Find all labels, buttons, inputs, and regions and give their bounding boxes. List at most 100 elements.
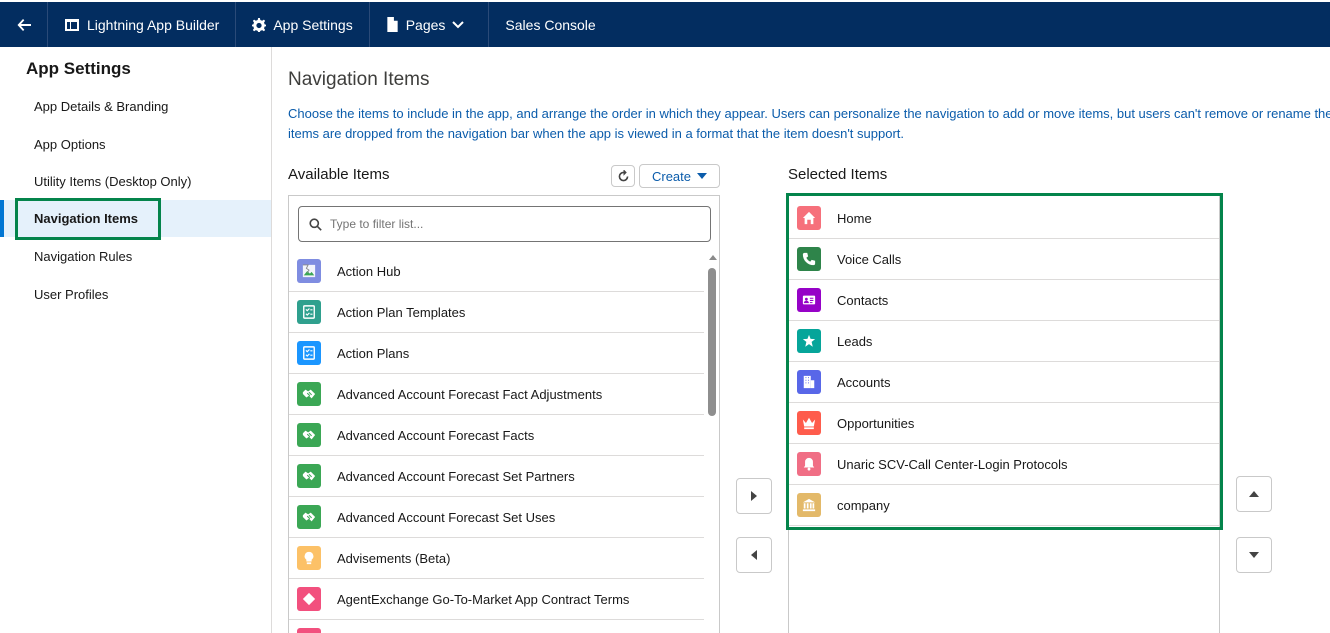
selected-items: Home Voice Calls Contacts Leads Accounts Oppo…: [789, 198, 1219, 526]
handshake-icon: [297, 464, 321, 488]
main-content: Navigation Items Choose the items to inc…: [272, 47, 1330, 633]
selected-item-row[interactable]: Contacts: [789, 280, 1219, 321]
available-item-row[interactable]: Advanced Account Forecast Fact Adjustmen…: [289, 374, 704, 415]
sidebar-item-app-details[interactable]: App Details & Branding: [0, 88, 271, 125]
app-builder-icon: [65, 18, 79, 31]
available-items-title: Available Items: [288, 166, 390, 183]
arrow-left-icon: [17, 18, 31, 31]
available-item-row[interactable]: Advanced Account Forecast Set Partners: [289, 456, 704, 497]
sidebar-item-label: User Profiles: [34, 287, 109, 302]
sidebar-item-navigation-rules[interactable]: Navigation Rules: [0, 238, 271, 275]
top-navigation-bar: Lightning App Builder App Settings Pages…: [0, 0, 1330, 47]
handshake-icon: [297, 382, 321, 406]
scrollbar-thumb[interactable]: [708, 268, 716, 416]
handshake-icon: [297, 423, 321, 447]
page-description: Choose the items to include in the app, …: [288, 104, 1330, 144]
sidebar-item-navigation-items[interactable]: Navigation Items: [0, 200, 271, 237]
back-button[interactable]: [0, 2, 48, 47]
broken-image-icon: [297, 259, 321, 283]
description-line: Choose the items to include in the app, …: [288, 106, 1330, 121]
bank-icon: [797, 493, 821, 517]
scrollbar[interactable]: [705, 251, 719, 633]
sidebar-item-user-profiles[interactable]: User Profiles: [0, 276, 271, 313]
arrow-left-icon: [751, 550, 757, 560]
sidebar-item-label: App Options: [34, 137, 106, 152]
page-title: Navigation Items: [288, 69, 430, 90]
scroll-up-arrow-icon[interactable]: [709, 255, 717, 260]
arrow-right-icon: [751, 491, 757, 501]
contact-card-icon: [797, 288, 821, 312]
item-label: Leads: [837, 333, 873, 349]
move-down-button[interactable]: [1236, 537, 1272, 573]
app-builder-label: Lightning App Builder: [87, 16, 220, 33]
available-items: Action Hub Action Plan Templates Action Pl…: [289, 251, 704, 633]
filter-input[interactable]: Type to filter list...: [298, 206, 711, 242]
settings-sidebar: App Settings App Details & Branding App …: [0, 47, 272, 633]
item-label: Advisements (Beta): [337, 550, 451, 566]
item-label: Accounts: [837, 374, 891, 390]
app-name-label: Sales Console: [505, 16, 596, 33]
item-label: company: [837, 497, 890, 513]
sidebar-item-app-options[interactable]: App Options: [0, 126, 271, 163]
refresh-button[interactable]: [611, 165, 635, 187]
selected-item-row[interactable]: Voice Calls: [789, 239, 1219, 280]
available-item-row[interactable]: Action Plans: [289, 333, 704, 374]
item-label: Advanced Account Forecast Fact Adjustmen…: [337, 386, 603, 402]
create-dropdown-button[interactable]: Create: [639, 164, 720, 188]
available-items-list: Type to filter list... Action Hub Action …: [288, 195, 720, 633]
sidebar-item-label: Navigation Items: [34, 211, 139, 226]
selected-items-list: Home Voice Calls Contacts Leads Accounts Oppo…: [788, 195, 1220, 633]
item-label: Opportunities: [837, 415, 915, 431]
app-settings-label: App Settings: [273, 16, 353, 33]
item-label: Advanced Account Forecast Set Partners: [337, 468, 575, 484]
selected-item-row[interactable]: Accounts: [789, 362, 1219, 403]
available-item-row[interactable]: [289, 620, 704, 633]
available-item-row[interactable]: AgentExchange Go-To-Market App Contract …: [289, 579, 704, 620]
sidebar-item-label: Navigation Rules: [34, 249, 133, 264]
home-icon: [797, 206, 821, 230]
move-up-button[interactable]: [1236, 476, 1272, 512]
item-label: AgentExchange Go-To-Market App Contract …: [337, 591, 630, 607]
selected-item-row[interactable]: Leads: [789, 321, 1219, 362]
item-label: Home: [837, 210, 872, 226]
move-to-selected-button[interactable]: [736, 478, 772, 514]
sidebar-title: App Settings: [26, 59, 131, 78]
lightning-app-builder-link[interactable]: Lightning App Builder: [48, 2, 237, 47]
handshake-icon: [297, 505, 321, 529]
filter-placeholder: Type to filter list...: [330, 217, 424, 231]
item-label: Voice Calls: [837, 251, 902, 267]
pages-dropdown[interactable]: Pages: [370, 2, 490, 47]
selected-items-title: Selected Items: [788, 166, 888, 183]
sidebar-item-utility-items[interactable]: Utility Items (Desktop Only): [0, 163, 271, 200]
bell-icon: [797, 452, 821, 476]
sidebar-item-label: Utility Items (Desktop Only): [34, 174, 192, 189]
refresh-icon: [618, 169, 628, 181]
chevron-down-icon: [452, 20, 465, 28]
selected-item-row[interactable]: Unaric SCV-Call Center-Login Protocols: [789, 444, 1219, 485]
available-item-row[interactable]: Advisements (Beta): [289, 538, 704, 579]
page-icon: [387, 17, 398, 32]
selected-item-row[interactable]: Opportunities: [789, 403, 1219, 444]
description-line: items are dropped from the navigation ba…: [288, 126, 904, 141]
move-to-available-button[interactable]: [736, 537, 772, 573]
app-settings-tab[interactable]: App Settings: [236, 2, 370, 47]
diamond-icon: [297, 587, 321, 611]
app-name: Sales Console: [489, 2, 611, 47]
available-item-row[interactable]: Advanced Account Forecast Set Uses: [289, 497, 704, 538]
available-item-row[interactable]: Advanced Account Forecast Facts: [289, 415, 704, 456]
item-label: Advanced Account Forecast Set Uses: [337, 509, 556, 525]
checklist-icon: [297, 341, 321, 365]
item-label: Action Plans: [337, 345, 410, 361]
checklist-icon: [297, 300, 321, 324]
item-label: Unaric SCV-Call Center-Login Protocols: [837, 456, 1068, 472]
available-item-row[interactable]: Action Hub: [289, 251, 704, 292]
gear-icon: [252, 17, 267, 32]
available-item-row[interactable]: Action Plan Templates: [289, 292, 704, 333]
selected-item-row[interactable]: company: [789, 485, 1219, 526]
sidebar-item-label: App Details & Branding: [34, 99, 169, 114]
lightbulb-icon: [297, 546, 321, 570]
generic-icon: [297, 628, 321, 633]
crown-icon: [797, 411, 821, 435]
selected-item-row[interactable]: Home: [789, 198, 1219, 239]
item-label: Action Hub: [337, 263, 401, 279]
